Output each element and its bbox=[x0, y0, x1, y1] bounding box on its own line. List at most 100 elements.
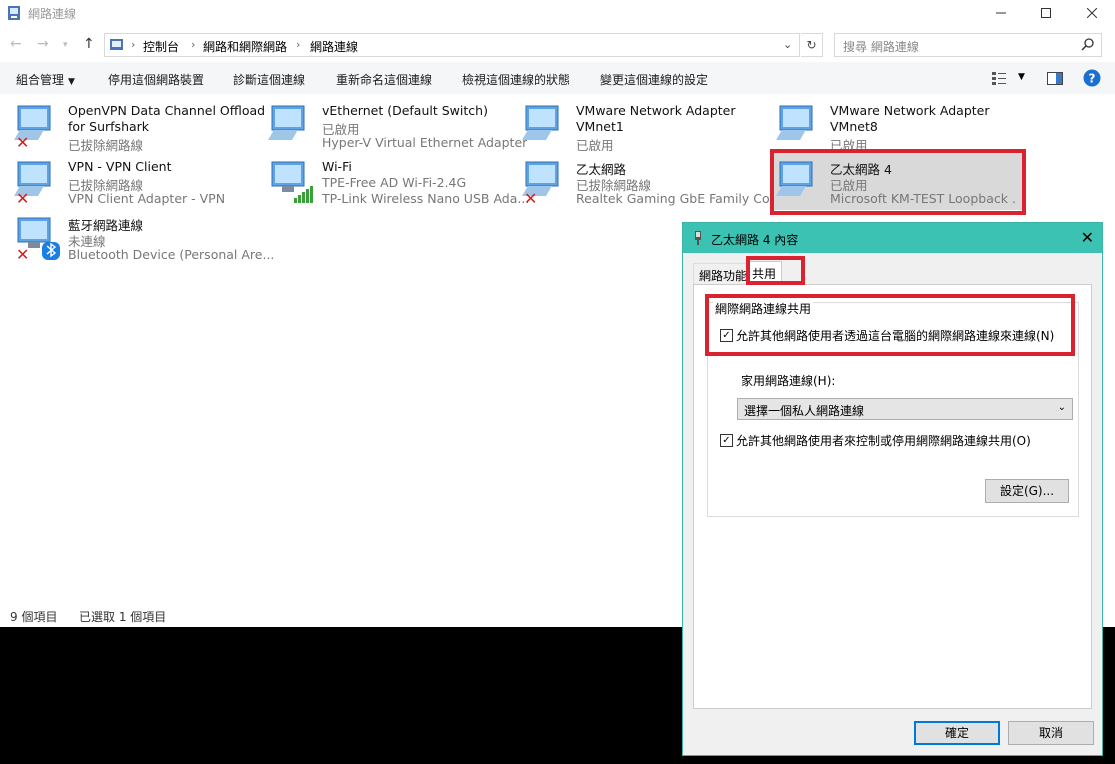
allow-control-checkbox[interactable]: ✓ bbox=[720, 434, 733, 447]
chevron-right-icon: › bbox=[296, 38, 301, 51]
chevron-right-icon: › bbox=[191, 38, 196, 51]
up-arrow-icon[interactable]: ↑ bbox=[83, 36, 95, 52]
minimize-icon bbox=[996, 12, 1006, 14]
tab-networking[interactable]: 網路功能 bbox=[693, 263, 754, 285]
chevron-right-icon: › bbox=[131, 38, 136, 51]
breadcrumb-network-connections[interactable]: 網路連線 bbox=[310, 38, 358, 55]
connection-device: Bluetooth Device (Personal Are... bbox=[68, 247, 275, 262]
connection-item[interactable]: VMware Network Adapter VMnet1 已啟用 bbox=[508, 96, 758, 153]
connection-item[interactable]: VMware Network Adapter VMnet8 已啟用 bbox=[762, 96, 1012, 153]
sharing-tab-panel: ✓ 允許其他網路使用者透過這台電腦的網際網路連線來連線(N) 家用網路連線(H)… bbox=[693, 284, 1092, 709]
organize-label: 組合管理 bbox=[16, 73, 65, 87]
minimize-button[interactable] bbox=[978, 0, 1024, 26]
connection-item-selected[interactable]: 乙太網路 4 已啟用 Microsoft KM-TEST Loopback ..… bbox=[774, 152, 1024, 210]
breadcrumb-network-internet[interactable]: 網路和網際網路 bbox=[203, 38, 287, 55]
disable-device-button[interactable]: 停用這個網路裝置 bbox=[108, 71, 204, 88]
connection-device: TP-Link Wireless Nano USB Ada... bbox=[322, 191, 530, 206]
checkmark-icon: ✓ bbox=[722, 435, 731, 446]
connection-item[interactable]: ✕ 乙太網路 已拔除網路線 Realtek Gaming GbE Family … bbox=[508, 152, 781, 206]
connection-name: VMware Network Adapter bbox=[576, 103, 736, 118]
command-bar: 組合管理 ▼ 停用這個網路裝置 診斷這個連線 重新命名這個連線 檢視這個連線的狀態… bbox=[0, 62, 1115, 94]
view-dropdown-icon[interactable]: ▼ bbox=[1018, 72, 1025, 82]
rename-button[interactable]: 重新命名這個連線 bbox=[336, 71, 432, 88]
item-count: 9 個項目 bbox=[10, 610, 58, 624]
back-arrow-icon[interactable]: ← bbox=[10, 36, 22, 52]
network-adapter-icon bbox=[268, 105, 305, 140]
svg-text:✕: ✕ bbox=[16, 189, 29, 204]
ok-button[interactable]: 確定 bbox=[914, 721, 1000, 745]
bluetooth-adapter-icon: ✕ bbox=[16, 217, 60, 260]
tab-sharing[interactable]: 共用 bbox=[746, 261, 783, 285]
connection-item[interactable]: Wi-Fi TPE-Free AD Wi-Fi-2.4G TP-Link Wir… bbox=[254, 152, 529, 206]
maximize-button[interactable] bbox=[1023, 0, 1069, 26]
dialog-title: 乙太網路 4 內容 bbox=[711, 233, 799, 247]
allow-share-label: 允許其他網路使用者透過這台電腦的網際網路連線來連線(N) bbox=[736, 329, 1055, 343]
address-dropdown-icon[interactable]: ⌄ bbox=[783, 38, 792, 51]
settings-button[interactable]: 設定(G)... bbox=[985, 479, 1069, 503]
svg-text:✕: ✕ bbox=[16, 245, 29, 260]
change-settings-button[interactable]: 變更這個連線的設定 bbox=[600, 71, 708, 88]
svg-text:✕: ✕ bbox=[524, 189, 537, 204]
dropdown-triangle-icon: ▼ bbox=[68, 77, 75, 87]
search-input[interactable]: 搜尋 網路連線 bbox=[834, 33, 1102, 57]
allow-control-label: 允許其他網路使用者來控制或停用網際網路連線共用(O) bbox=[736, 434, 1031, 448]
network-adapter-icon bbox=[776, 105, 813, 140]
close-button[interactable] bbox=[1069, 0, 1115, 26]
svg-text:?: ? bbox=[1089, 72, 1096, 86]
address-bar[interactable]: › 控制台 › 網路和網際網路 › 網路連線 ⌄ bbox=[104, 33, 800, 57]
control-panel-icon bbox=[110, 39, 123, 50]
connection-name: OpenVPN Data Channel Offload bbox=[68, 103, 266, 118]
search-icon bbox=[1081, 38, 1094, 51]
refresh-icon: ↻ bbox=[806, 38, 817, 52]
connection-name: VPN - VPN Client bbox=[68, 159, 172, 174]
view-status-button[interactable]: 檢視這個連線的狀態 bbox=[462, 71, 570, 88]
recent-chevron-icon[interactable]: ▾ bbox=[63, 40, 68, 50]
network-adapter-disconnected-icon: ✕ bbox=[522, 161, 559, 204]
title-bar: 網路連線 bbox=[0, 0, 1115, 26]
ethernet-icon bbox=[695, 231, 701, 245]
refresh-button[interactable]: ↻ bbox=[801, 33, 823, 57]
window-title: 網路連線 bbox=[28, 7, 77, 21]
home-network-select[interactable]: 選擇一個私人網路連線 ⌄ bbox=[737, 398, 1073, 420]
connection-name-line2: for Surfshark bbox=[68, 119, 150, 134]
home-network-value: 選擇一個私人網路連線 bbox=[744, 404, 865, 418]
connection-name: vEthernet (Default Switch) bbox=[322, 103, 488, 118]
dialog-title-bar: 乙太網路 4 內容 ✕ bbox=[683, 223, 1102, 253]
preview-pane-icon[interactable] bbox=[1047, 72, 1063, 85]
cancel-button[interactable]: 取消 bbox=[1008, 721, 1094, 745]
maximize-icon bbox=[1041, 8, 1051, 18]
network-adapter-disconnected-icon: ✕ bbox=[14, 105, 51, 148]
search-placeholder: 搜尋 網路連線 bbox=[843, 40, 919, 54]
view-options-icon[interactable] bbox=[992, 71, 1008, 85]
address-row: ← → ▾ ↑ › 控制台 › 網路和網際網路 › 網路連線 ⌄ ↻ 搜尋 網路… bbox=[0, 30, 1115, 60]
status-edge bbox=[1103, 604, 1115, 626]
forward-arrow-icon[interactable]: → bbox=[37, 36, 49, 52]
allow-share-checkbox[interactable]: ✓ bbox=[720, 329, 733, 342]
network-adapter-icon bbox=[522, 105, 559, 140]
checkmark-icon: ✓ bbox=[722, 330, 731, 341]
connection-name: VMware Network Adapter bbox=[830, 103, 990, 118]
connection-item[interactable]: vEthernet (Default Switch) 已啟用 Hyper-V V… bbox=[254, 96, 527, 150]
connection-item[interactable]: ✕ 藍牙網路連線 未連線 Bluetooth Device (Personal … bbox=[0, 208, 274, 262]
chevron-down-icon: ⌄ bbox=[1057, 402, 1066, 413]
network-folder-icon bbox=[8, 6, 20, 20]
help-icon[interactable]: ? bbox=[1083, 69, 1101, 87]
connection-device: VPN Client Adapter - VPN bbox=[68, 191, 226, 206]
breadcrumb-control-panel[interactable]: 控制台 bbox=[143, 38, 179, 55]
network-adapter-disconnected-icon: ✕ bbox=[14, 161, 51, 204]
connection-name-line2: VMnet1 bbox=[576, 119, 624, 134]
connection-item[interactable]: ✕ VPN - VPN Client 已拔除網路線 VPN Client Ada… bbox=[0, 152, 250, 206]
connection-device: Hyper-V Virtual Ethernet Adapter bbox=[322, 135, 528, 150]
connection-item[interactable]: ✕ OpenVPN Data Channel Offload for Surfs… bbox=[0, 96, 265, 153]
connection-ssid: TPE-Free AD Wi-Fi-2.4G bbox=[322, 175, 467, 190]
connection-device: Microsoft KM-TEST Loopback ... bbox=[830, 191, 1015, 206]
diagnose-button[interactable]: 診斷這個連線 bbox=[233, 71, 305, 88]
dialog-close-icon[interactable]: ✕ bbox=[1081, 228, 1094, 247]
organize-menu[interactable]: 組合管理 ▼ bbox=[16, 71, 75, 88]
svg-text:✕: ✕ bbox=[16, 133, 29, 148]
status-bar: 9 個項目 已選取 1 個項目 bbox=[0, 604, 700, 626]
ics-group-label: 網際網路連線共用 bbox=[713, 300, 814, 317]
connection-name: Wi-Fi bbox=[322, 159, 352, 174]
connection-name-line2: VMnet8 bbox=[830, 119, 878, 134]
connection-device: Realtek Gaming GbE Family Co... bbox=[576, 191, 782, 206]
